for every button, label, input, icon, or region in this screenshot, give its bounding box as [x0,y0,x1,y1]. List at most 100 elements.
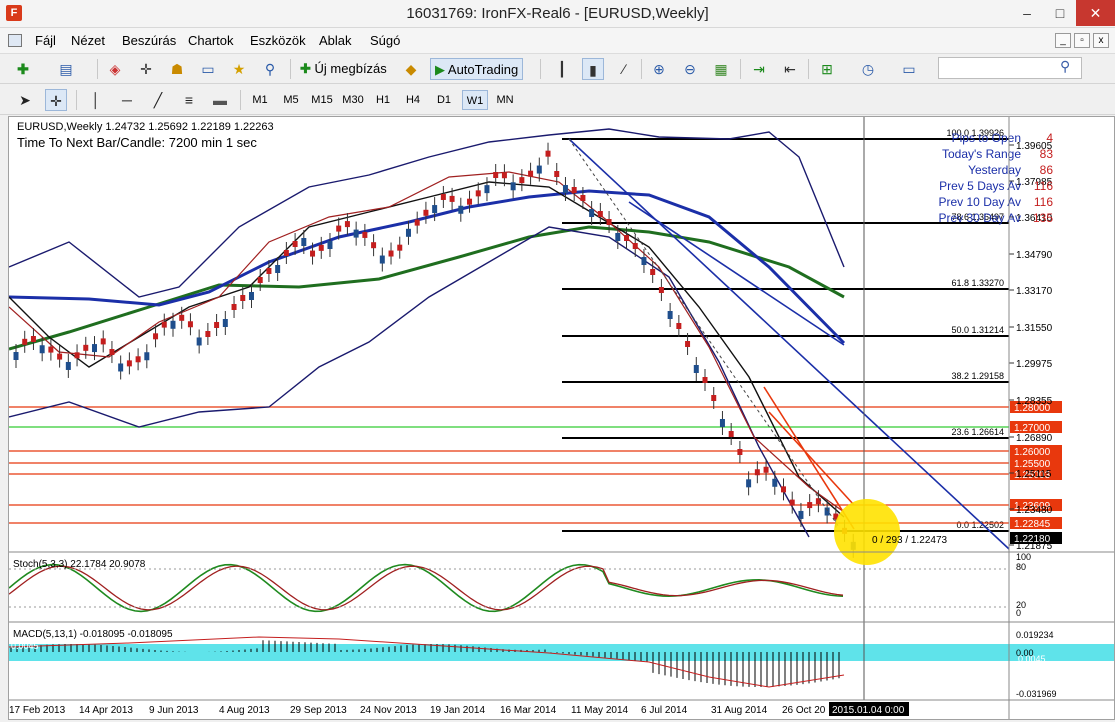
candle [615,233,621,241]
mdi-minimize-button[interactable]: _ [1055,33,1071,48]
price-chart[interactable]: 100.0 1.3992678.6 1.3649761.8 1.3327050.… [8,117,1114,719]
candle [667,311,673,319]
fib-level-label: 23.6 1.26614 [951,427,1004,437]
templates-icon[interactable]: ▭ [898,58,920,80]
price-scale-label: 1.23480 [1016,505,1053,516]
menu-charts[interactable]: Chartok [188,33,234,48]
candle [746,479,752,488]
menu-view[interactable]: Nézet [71,33,105,48]
navigator-icon[interactable]: ☗ [166,58,188,80]
chart-shift-icon[interactable]: ⇥ [748,58,770,80]
timeframe-h4[interactable]: H4 [400,90,426,110]
timeframe-h1[interactable]: H1 [370,90,396,110]
zoom-in-icon[interactable]: ⊕ [648,58,670,80]
candle [650,269,656,275]
candle [423,209,429,216]
indicators-icon[interactable]: ⊞ [816,58,838,80]
price-scale-label: 1.29975 [1016,359,1053,370]
timeframe-m1[interactable]: M1 [247,90,273,110]
cursor-highlight [834,499,900,565]
vertical-line-icon[interactable]: │ [85,89,107,111]
candle [65,361,71,370]
line-chart-icon[interactable]: ∕ [613,58,635,80]
date-axis-label: 4 Aug 2013 [219,705,270,716]
data-window-icon[interactable]: ✛ [135,58,157,80]
candle [728,431,734,437]
mdi-restore-button[interactable]: ▫ [1074,33,1090,48]
timeframe-m15[interactable]: M15 [308,90,336,110]
auto-scroll-icon[interactable]: ⇤ [779,58,801,80]
candle [379,255,385,264]
candlestick-chart-icon[interactable]: ▮ [582,58,604,80]
close-button[interactable]: ✕ [1076,0,1115,26]
timeframe-m5[interactable]: M5 [278,90,304,110]
candle [240,295,246,301]
candle [772,478,778,487]
candle [405,228,411,237]
history-center-icon[interactable]: ⚲ [259,58,281,80]
macd-tag: 0.0045 [1018,654,1046,664]
candle [737,449,743,455]
tile-windows-icon[interactable]: ▦ [710,58,732,80]
fib-level-label: 50.0 1.31214 [951,325,1004,335]
timeframe-m30[interactable]: M30 [339,90,367,110]
chart-window[interactable]: 100.0 1.39926 78.6 1.36497 61.8 1.33270 50.… [8,116,1115,720]
channel-icon[interactable]: ≡ [178,89,200,111]
meta-editor-icon[interactable]: ◆ [400,58,422,80]
bar-chart-icon[interactable]: ┃ [551,58,573,80]
mdi-close-button[interactable]: x [1093,33,1109,48]
candle [214,322,220,328]
candle [318,244,324,251]
text-label-icon[interactable]: ▬ [209,89,231,111]
menu-help[interactable]: Súgó [370,33,400,48]
candle [658,287,664,293]
candle [807,502,813,509]
strategy-tester-icon[interactable]: ★ [228,58,250,80]
chart-window-icon[interactable] [8,34,22,47]
cursor-icon[interactable]: ➤ [14,89,36,111]
stoch-scale-label: 0 [1016,608,1021,618]
countdown-text: Time To Next Bar/Candle: 7200 min 1 sec [17,135,257,150]
timeframe-w1[interactable]: W1 [462,90,488,110]
horizontal-line-icon[interactable]: ─ [116,89,138,111]
menu-window[interactable]: Ablak [319,33,352,48]
profiles-icon[interactable]: ▤ [55,58,77,80]
new-order-button[interactable]: ✚ Új megbízás [296,58,391,80]
terminal-icon[interactable]: ▭ [197,58,219,80]
macd-tag: 0.0045 [11,641,39,651]
candle [589,209,595,217]
candle [301,238,307,246]
minimize-button[interactable]: – [1010,0,1044,26]
menu-insert[interactable]: Beszúrás [122,33,176,48]
candle [536,165,542,174]
date-axis-label: 24 Nov 2013 [360,705,417,716]
maximize-button[interactable]: □ [1044,0,1076,26]
candle [554,171,560,177]
candle [702,377,708,383]
new-chart-icon[interactable]: ✚ [12,58,34,80]
candle [528,170,534,177]
fib-trendline [568,138,840,528]
candle [257,277,263,283]
macd-scale-label: -0.031969 [1016,689,1057,699]
info-panel-value: 116 [1034,179,1053,193]
info-panel-label: Pips to Open [952,131,1021,145]
periods-icon[interactable]: ◷ [857,58,879,80]
date-axis-label: 31 Aug 2014 [711,705,768,716]
info-panel-value: 83 [1040,147,1054,161]
market-watch-icon[interactable]: ◈ [104,58,126,80]
autotrading-button[interactable]: ▶ AutoTrading [430,58,524,80]
candle [754,469,760,476]
timeframe-d1[interactable]: D1 [431,90,457,110]
menu-tools[interactable]: Eszközök [250,33,306,48]
candle [519,177,525,184]
zoom-out-icon[interactable]: ⊖ [679,58,701,80]
timeframe-mn[interactable]: MN [492,90,518,110]
menu-file[interactable]: Fájl [35,33,56,48]
candle [711,395,717,401]
candle [118,363,124,372]
trendline-icon[interactable]: ╱ [147,89,169,111]
search-icon[interactable]: ⚲ [1060,58,1070,75]
candle [179,314,185,321]
crosshair-icon[interactable]: ✛ [45,89,67,111]
